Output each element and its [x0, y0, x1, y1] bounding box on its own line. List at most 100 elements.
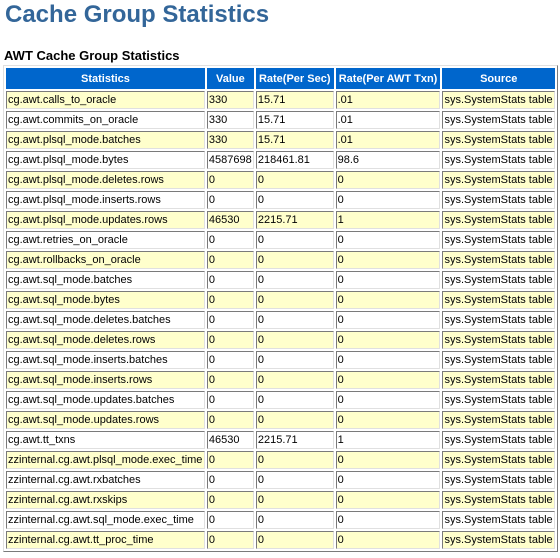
cell-source: sys.SystemStats table	[442, 291, 555, 309]
cell-rate-per-awt-txn: 0	[335, 351, 441, 369]
cell-source: sys.SystemStats table	[442, 511, 555, 529]
cell-source: sys.SystemStats table	[442, 331, 555, 349]
cell-source: sys.SystemStats table	[442, 191, 555, 209]
cell-rate-per-awt-txn: 0	[335, 511, 441, 529]
cell-statistic: zzinternal.cg.awt.rxskips	[6, 491, 205, 509]
cell-value: 46530	[206, 211, 254, 229]
cell-rate-per-awt-txn: 0	[335, 311, 441, 329]
cell-statistic: cg.awt.plsql_mode.deletes.rows	[6, 171, 205, 189]
cell-statistic: cg.awt.sql_mode.inserts.rows	[6, 371, 205, 389]
cell-rate-per-awt-txn: 0	[335, 271, 441, 289]
cell-statistic: cg.awt.retries_on_oracle	[6, 231, 205, 249]
header-statistics: Statistics	[6, 68, 205, 89]
cell-source: sys.SystemStats table	[442, 251, 555, 269]
awt-statistics-table-frame: Statistics Value Rate(Per Sec) Rate(Per …	[3, 65, 558, 552]
cell-statistic: zzinternal.cg.awt.plsql_mode.exec_time	[6, 451, 205, 469]
cell-statistic: zzinternal.cg.awt.tt_proc_time	[6, 531, 205, 549]
table-row: cg.awt.plsql_mode.deletes.rows 0 0 0 sys.Sys…	[6, 171, 555, 189]
cell-source: sys.SystemStats table	[442, 351, 555, 369]
table-row: cg.awt.sql_mode.deletes.batches 0 0 0 sys.Sy…	[6, 311, 555, 329]
cell-rate-per-awt-txn: 98.6	[335, 151, 441, 169]
table-row: cg.awt.tt_txns 46530 2215.71 1 sys.SystemSta…	[6, 431, 555, 449]
cell-rate-per-sec: 15.71	[255, 131, 334, 149]
cell-rate-per-awt-txn: 0	[335, 291, 441, 309]
cell-rate-per-awt-txn: 0	[335, 231, 441, 249]
table-header-row: Statistics Value Rate(Per Sec) Rate(Per …	[6, 68, 555, 89]
cell-statistic: cg.awt.tt_txns	[6, 431, 205, 449]
table-row: cg.awt.sql_mode.bytes 0 0 0 sys.SystemStats …	[6, 291, 555, 309]
cell-statistic: cg.awt.sql_mode.deletes.batches	[6, 311, 205, 329]
cell-rate-per-awt-txn: 0	[335, 371, 441, 389]
table-row: cg.awt.sql_mode.updates.batches 0 0 0 sys.Sy…	[6, 391, 555, 409]
cell-value: 0	[206, 251, 254, 269]
cell-source: sys.SystemStats table	[442, 211, 555, 229]
cell-value: 0	[206, 531, 254, 549]
table-body: cg.awt.calls_to_oracle 330 15.71.01 sys.Sys…	[6, 91, 555, 549]
cell-statistic: zzinternal.cg.awt.sql_mode.exec_time	[6, 511, 205, 529]
cell-value: 0	[206, 171, 254, 189]
cell-value: 0	[206, 191, 254, 209]
cell-rate-per-sec: 0	[255, 271, 334, 289]
cell-statistic: cg.awt.sql_mode.updates.rows	[6, 411, 205, 429]
table-row: cg.awt.rollbacks_on_oracle 0 0 0 sys.SystemS…	[6, 251, 555, 269]
cell-statistic: cg.awt.rollbacks_on_oracle	[6, 251, 205, 269]
table-row: cg.awt.retries_on_oracle 0 0 0 sys.SystemSta…	[6, 231, 555, 249]
cell-rate-per-awt-txn: 0	[335, 471, 441, 489]
cell-source: sys.SystemStats table	[442, 151, 555, 169]
cell-source: sys.SystemStats table	[442, 451, 555, 469]
cell-rate-per-sec: 0	[255, 171, 334, 189]
cell-rate-per-sec: 0	[255, 291, 334, 309]
table-row: cg.awt.sql_mode.updates.rows 0 0 0 sys.Syste…	[6, 411, 555, 429]
table-row: zzinternal.cg.awt.rxskips 0 0 0 sys.SystemSt…	[6, 491, 555, 509]
table-row: zzinternal.cg.awt.rxbatches 0 0 0 sys.System…	[6, 471, 555, 489]
table-row: cg.awt.plsql_mode.bytes 4587698 218461.81 9…	[6, 151, 555, 169]
cell-rate-per-sec: 0	[255, 531, 334, 549]
cell-rate-per-sec: 218461.81	[255, 151, 334, 169]
cell-rate-per-sec: 0	[255, 311, 334, 329]
table-row: zzinternal.cg.awt.plsql_mode.exec_time 0 0…	[6, 451, 555, 469]
cell-value: 0	[206, 371, 254, 389]
table-row: cg.awt.sql_mode.batches 0 0 0 sys.SystemStat…	[6, 271, 555, 289]
cell-value: 0	[206, 511, 254, 529]
cell-rate-per-sec: 0	[255, 351, 334, 369]
cell-rate-per-sec: 0	[255, 251, 334, 269]
cell-source: sys.SystemStats table	[442, 531, 555, 549]
cell-value: 0	[206, 491, 254, 509]
table-row: cg.awt.plsql_mode.updates.rows 46530 2215.…	[6, 211, 555, 229]
cell-rate-per-sec: 0	[255, 331, 334, 349]
cell-statistic: cg.awt.plsql_mode.bytes	[6, 151, 205, 169]
cell-value: 0	[206, 271, 254, 289]
cell-source: sys.SystemStats table	[442, 111, 555, 129]
cell-value: 46530	[206, 431, 254, 449]
table-row: zzinternal.cg.awt.tt_proc_time 0 0 0 sys.Sys…	[6, 531, 555, 549]
header-rate-per-awt-txn: Rate(Per AWT Txn)	[335, 68, 441, 89]
cell-statistic: cg.awt.sql_mode.batches	[6, 271, 205, 289]
cell-rate-per-awt-txn: 0	[335, 331, 441, 349]
cell-rate-per-awt-txn: 0	[335, 451, 441, 469]
cell-rate-per-sec: 2215.71	[255, 431, 334, 449]
cell-rate-per-awt-txn: 0	[335, 491, 441, 509]
header-source: Source	[442, 68, 555, 89]
cell-value: 0	[206, 471, 254, 489]
cell-value: 330	[206, 91, 254, 109]
cell-rate-per-sec: 15.71	[255, 111, 334, 129]
cell-value: 0	[206, 231, 254, 249]
cell-source: sys.SystemStats table	[442, 471, 555, 489]
cell-value: 330	[206, 131, 254, 149]
cell-rate-per-sec: 0	[255, 411, 334, 429]
cell-statistic: cg.awt.plsql_mode.inserts.rows	[6, 191, 205, 209]
awt-statistics-table: Statistics Value Rate(Per Sec) Rate(Per …	[4, 66, 557, 551]
cell-rate-per-awt-txn: 1	[335, 431, 441, 449]
cell-rate-per-awt-txn: .01	[335, 111, 441, 129]
cell-statistic: cg.awt.plsql_mode.batches	[6, 131, 205, 149]
cell-source: sys.SystemStats table	[442, 231, 555, 249]
table-row: cg.awt.sql_mode.deletes.rows 0 0 0 sys.Syste…	[6, 331, 555, 349]
cell-source: sys.SystemStats table	[442, 371, 555, 389]
header-rate-per-sec: Rate(Per Sec)	[255, 68, 334, 89]
page-title: Cache Group Statistics	[5, 1, 270, 28]
cell-statistic: cg.awt.plsql_mode.updates.rows	[6, 211, 205, 229]
cell-source: sys.SystemStats table	[442, 491, 555, 509]
cell-source: sys.SystemStats table	[442, 311, 555, 329]
cell-source: sys.SystemStats table	[442, 391, 555, 409]
cell-rate-per-awt-txn: 0	[335, 191, 441, 209]
